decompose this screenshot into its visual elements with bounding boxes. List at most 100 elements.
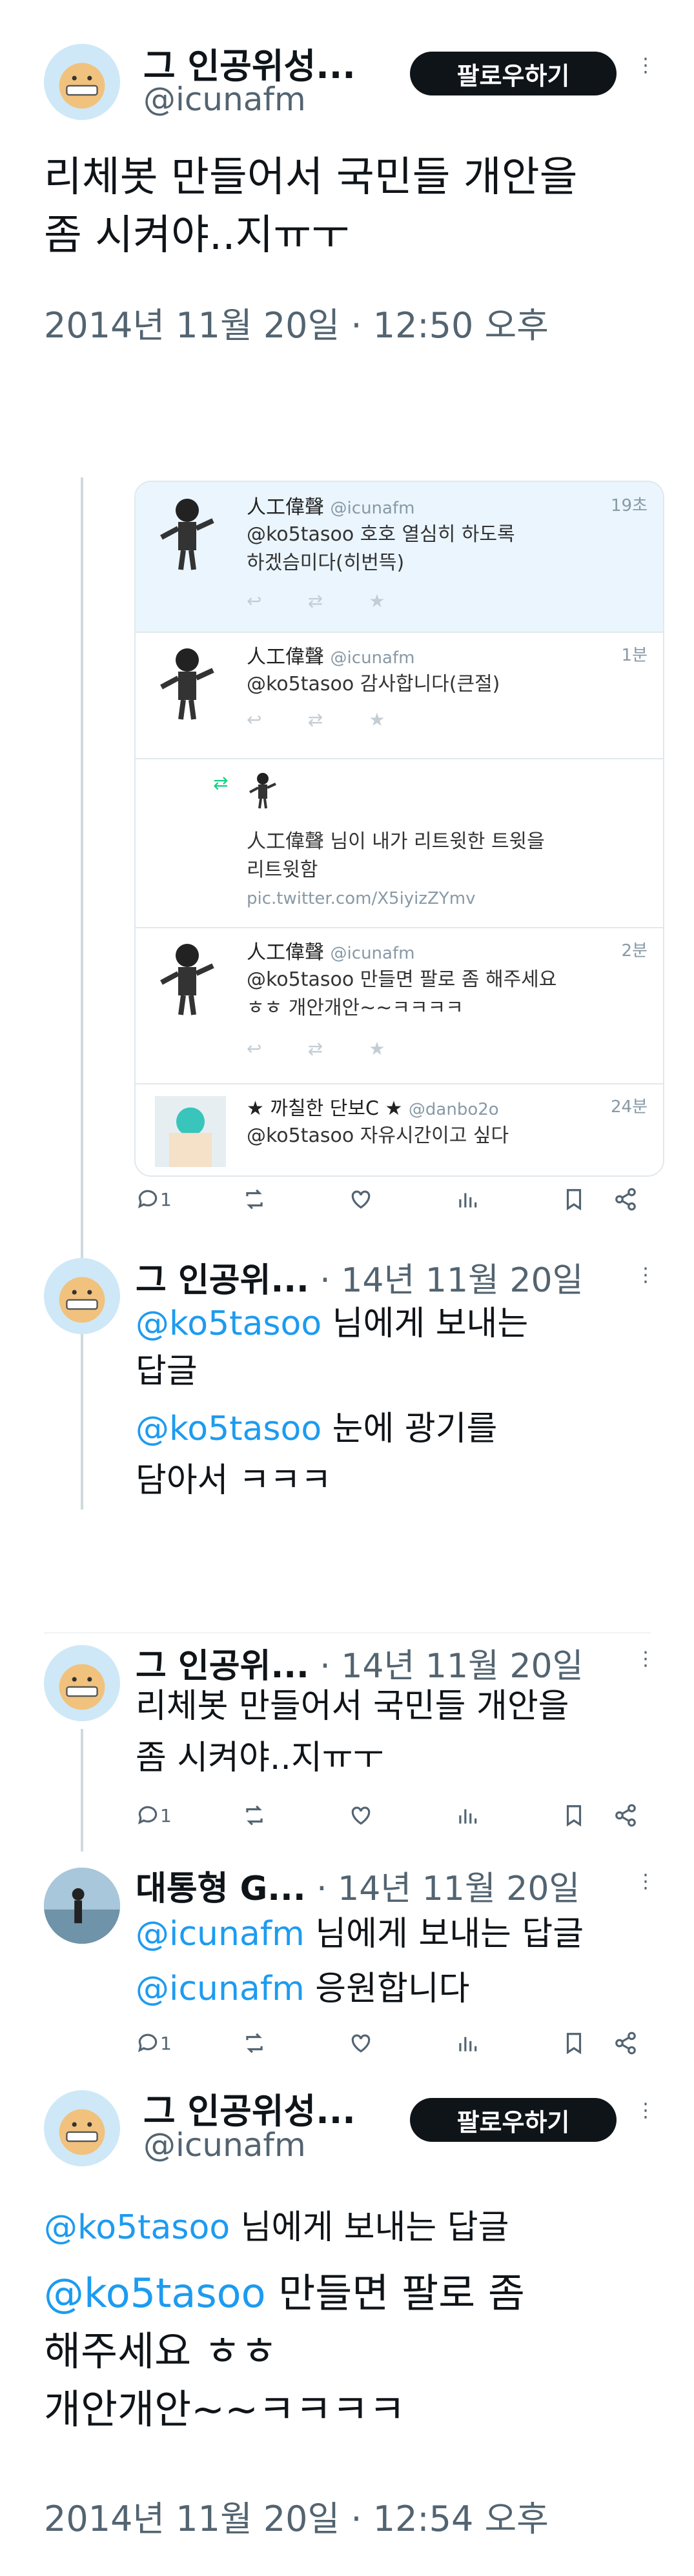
mention-link[interactable]: @ko5tasoo	[44, 2208, 230, 2247]
tweet-text-line: 좀 시켜야..지ㅠㅜ	[44, 212, 350, 259]
embed-avatar	[247, 771, 279, 816]
reply-button[interactable]: 1	[136, 1803, 172, 1828]
retweet-button[interactable]	[242, 2031, 267, 2055]
avatar[interactable]	[44, 44, 120, 120]
analytics-icon	[459, 1193, 477, 1208]
share-icon	[615, 1188, 636, 1211]
avatar[interactable]	[44, 1645, 120, 1721]
embed-name: 人工偉聲 @icunafm	[247, 646, 415, 668]
embed-text: @ko5tasoo 감사합니다(큰절)	[247, 673, 500, 695]
mention-link[interactable]: @ko5tasoo	[136, 1410, 321, 1448]
bookmark-button[interactable]	[562, 1187, 586, 1212]
analytics-icon	[459, 2037, 477, 2052]
retweet-button[interactable]	[242, 1187, 267, 1212]
embed-time: 1분	[621, 646, 648, 665]
embed-time: 2분	[621, 941, 648, 961]
reply-icon	[138, 1806, 158, 1825]
tweet-text: 리체봇 만들어서 국민들 개안을 좀 시켜야..지ㅠㅜ	[44, 148, 577, 265]
embedded-screenshot[interactable]: 人工偉聲 @icunafm 19초 @ko5tasoo 호호 열심히 하도록 하겠…	[134, 481, 664, 1177]
avatar[interactable]	[44, 1258, 120, 1334]
retweet-icon	[246, 2033, 263, 2053]
replying-to: @icunafm 님에게 보내는 답글	[136, 1915, 584, 1953]
bookmark-button[interactable]	[562, 2031, 586, 2055]
embed-avatar	[155, 495, 219, 572]
display-name[interactable]: 그 인공위...	[136, 1261, 309, 1300]
embed-text: @ko5tasoo 자유시간이고 싶다	[247, 1124, 509, 1147]
tweet-text-line: 리체봇 만들어서 국민들 개안을	[44, 154, 578, 201]
retweet-icon	[246, 1805, 263, 1826]
thread-line	[81, 477, 83, 1510]
embed-text: @ko5tasoo 호호 열심히 하도록 하겠슴미다(히번뜩)	[247, 523, 515, 574]
more-options-icon[interactable]: ⋮	[636, 56, 655, 75]
reply-icon	[138, 1190, 158, 1209]
reply-date[interactable]: · 14년 11월 20일	[320, 1261, 583, 1300]
tweet-date[interactable]: · 14년 11월 20일	[320, 1647, 583, 1686]
embed-name: 人工偉聲 @icunafm	[247, 496, 415, 519]
tweet-text: 리체봇 만들어서 국민들 개안을 좀 시켜야..지ㅠㅜ	[136, 1687, 569, 1777]
embed-avatar	[155, 940, 219, 1017]
like-button[interactable]	[349, 1187, 373, 1212]
avatar[interactable]	[44, 1868, 120, 1944]
retweet-icon	[246, 1189, 263, 1210]
retweet-icon: ⇄	[213, 772, 229, 794]
avatar[interactable]	[44, 2090, 120, 2166]
reply-button[interactable]: 1	[136, 1187, 172, 1212]
like-button[interactable]	[349, 1803, 373, 1828]
embed-text: @ko5tasoo 만들면 팔로 좀 해주세요 ㅎㅎ 개안개안~~ㅋㅋㅋㅋ	[247, 968, 557, 1019]
display-name[interactable]: 대통형 G...	[136, 1870, 306, 1908]
mention-link[interactable]: @icunafm	[136, 1970, 305, 2008]
analytics-icon	[459, 1809, 477, 1824]
mention-link[interactable]: @ko5tasoo	[44, 2270, 266, 2317]
mention-link[interactable]: @ko5tasoo	[136, 1304, 321, 1343]
more-options-icon[interactable]: ⋮	[636, 2101, 655, 2121]
tweet-text: @ko5tasoo 눈에 광기를 담아서 ㅋㅋㅋ	[136, 1410, 498, 1500]
follow-button[interactable]: 팔로우하기	[410, 52, 617, 95]
user-handle[interactable]: @icunafm	[143, 2126, 306, 2164]
bookmark-icon	[566, 1805, 582, 1827]
reply-date[interactable]: · 14년 11월 20일	[316, 1870, 580, 1908]
display-name[interactable]: 그 인공위...	[136, 1647, 309, 1686]
views-button[interactable]	[455, 1803, 480, 1828]
embed-row: ★ 까칠한 단보C ★ @danbo2o 24분 @ko5tasoo 자유시간이…	[136, 1083, 663, 1175]
reply-header: 대통형 G... · 14년 11월 20일	[136, 1861, 580, 1910]
embed-time: 19초	[610, 496, 648, 515]
thread-line	[81, 1729, 83, 1852]
embed-text: 人工偉聲 님이 내가 리트윗한 트윗을 리트윗함 pic.twitter.com/X…	[247, 830, 545, 908]
replying-to: @ko5tasoo 님에게 보내는 답글	[136, 1304, 529, 1391]
embed-time: 24분	[610, 1097, 648, 1117]
follow-button[interactable]: 팔로우하기	[410, 2098, 617, 2142]
reply-button[interactable]: 1	[136, 2031, 172, 2055]
more-options-icon[interactable]: ⋮	[636, 1650, 655, 1669]
more-options-icon[interactable]: ⋮	[636, 1266, 655, 1285]
tweet-timestamp[interactable]: 2014년 11월 20일 · 12:54 오후	[44, 2490, 549, 2541]
embed-actions: ↩ ⇄ ★	[247, 1038, 385, 1059]
share-button[interactable]	[613, 2031, 638, 2055]
views-button[interactable]	[455, 1187, 480, 1212]
views-button[interactable]	[455, 2031, 480, 2055]
retweet-button[interactable]	[242, 1803, 267, 1828]
embed-name: 人工偉聲 @icunafm	[247, 941, 415, 964]
reply-icon	[138, 2033, 158, 2053]
more-options-icon[interactable]: ⋮	[636, 1872, 655, 1892]
embed-actions: ↩ ⇄ ★	[247, 709, 385, 730]
share-icon	[615, 2032, 636, 2055]
embed-avatar	[155, 644, 219, 722]
heart-icon	[351, 1190, 371, 1209]
tweet-timestamp[interactable]: 2014년 11월 20일 · 12:50 오후	[44, 297, 549, 348]
divider	[44, 1632, 651, 1633]
mention-link[interactable]: @icunafm	[136, 1915, 305, 1953]
user-handle[interactable]: @icunafm	[143, 81, 306, 118]
embed-row: 人工偉聲 @icunafm 2분 @ko5tasoo 만들면 팔로 좀 해주세요…	[136, 927, 663, 1084]
embed-row: 人工偉聲 @icunafm 19초 @ko5tasoo 호호 열심히 하도록 하겠…	[136, 482, 663, 633]
heart-icon	[351, 2034, 371, 2053]
like-button[interactable]	[349, 2031, 373, 2055]
embed-avatar	[155, 1096, 226, 1167]
embed-name: ★ 까칠한 단보C ★ @danbo2o	[247, 1097, 499, 1120]
share-button[interactable]	[613, 1187, 638, 1212]
share-icon	[615, 1804, 636, 1827]
embed-row: ⇄ 人工偉聲 님이 내가 리트윗한 트윗을 리트윗함 pic.twitter.com…	[136, 758, 663, 928]
bookmark-button[interactable]	[562, 1803, 586, 1828]
tweet-text: @icunafm 응원합니다	[136, 1970, 470, 2008]
bookmark-icon	[566, 1189, 582, 1211]
share-button[interactable]	[613, 1803, 638, 1828]
